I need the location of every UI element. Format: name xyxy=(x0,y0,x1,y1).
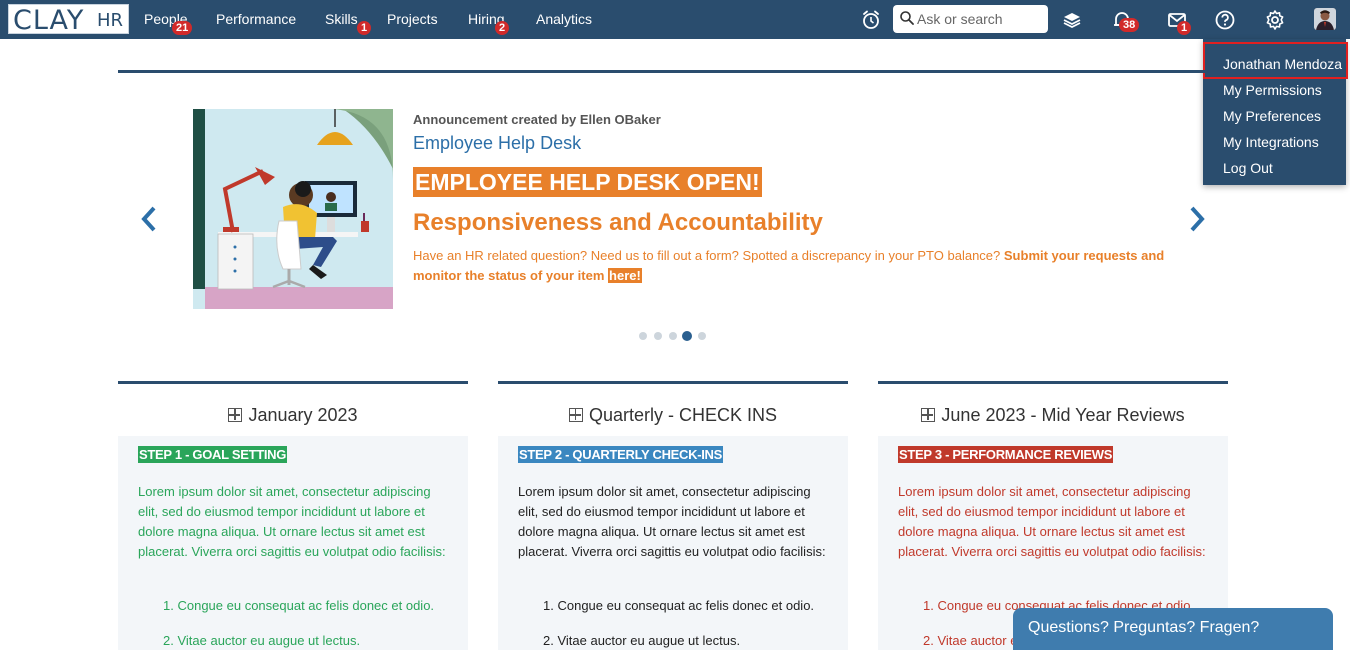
nav-skills-label: Skills xyxy=(325,11,358,27)
hiring-badge: 2 xyxy=(495,21,510,35)
card-title-text: January 2023 xyxy=(248,405,358,425)
nav-projects-label: Projects xyxy=(387,11,438,27)
announcement-body: Have an HR related question? Need us to … xyxy=(413,246,1173,286)
card-rule xyxy=(498,381,848,384)
user-avatar[interactable] xyxy=(1314,8,1336,30)
card-january: January 2023 STEP 1 - GOAL SETTING Lorem… xyxy=(118,381,468,650)
card-title: Quarterly - CHECK INS xyxy=(498,405,848,426)
nav-skills[interactable]: Skills xyxy=(325,11,358,27)
list-item: 1. Congue eu consequat ac felis donec et… xyxy=(543,598,815,613)
card-title: June 2023 - Mid Year Reviews xyxy=(878,405,1228,426)
card-paragraph: Lorem ipsum dolor sit amet, consectetur … xyxy=(898,484,1206,559)
list-item-text: Congue eu consequat ac felis donec et od… xyxy=(177,598,435,613)
announcement-body-text: Have an HR related question? Need us to … xyxy=(413,248,1001,263)
clayhr-logo[interactable]: CLAY HR xyxy=(8,4,129,36)
card-rule xyxy=(878,381,1228,384)
announcement-title-link[interactable]: Employee Help Desk xyxy=(413,133,581,154)
card-panel: STEP 1 - GOAL SETTING Lorem ipsum dolor … xyxy=(118,436,468,650)
help-question-icon[interactable] xyxy=(1214,9,1236,31)
carousel-dot-3[interactable] xyxy=(669,332,677,340)
list-item-text: Vitae auctor eu augue ut lectus. xyxy=(557,633,741,648)
card-title: January 2023 xyxy=(118,405,468,426)
menu-log-out[interactable]: Log Out xyxy=(1223,160,1273,176)
top-navbar: CLAY HR People 21 Performance Skills 1 P… xyxy=(0,0,1350,39)
nav-performance[interactable]: Performance xyxy=(216,11,296,27)
announcement-author: Announcement created by Ellen OBaker xyxy=(413,112,661,127)
menu-my-permissions[interactable]: My Permissions xyxy=(1223,82,1322,98)
chat-widget-button[interactable]: Questions? Preguntas? Fragen? xyxy=(1013,608,1333,650)
card-title-text: June 2023 - Mid Year Reviews xyxy=(941,405,1185,425)
chat-widget-label: Questions? Preguntas? Fragen? xyxy=(1028,619,1260,636)
gear-icon[interactable] xyxy=(1264,9,1286,31)
carousel-dot-4[interactable] xyxy=(682,331,692,341)
card-rule xyxy=(118,381,468,384)
card-title-text: Quarterly - CHECK INS xyxy=(588,405,778,425)
alarm-clock-icon[interactable] xyxy=(860,9,882,31)
menu-my-integrations[interactable]: My Integrations xyxy=(1223,134,1319,150)
step-3-label: STEP 3 - PERFORMANCE REVIEWS xyxy=(898,446,1114,463)
search-input[interactable] xyxy=(917,9,1043,29)
carousel-top-rule xyxy=(118,70,1228,73)
list-item: 1. Congue eu consequat ac felis donec et… xyxy=(163,598,435,613)
grid-icon xyxy=(568,408,583,422)
logo-hr-text: HR xyxy=(97,10,124,31)
carousel-prev-arrow-icon[interactable] xyxy=(140,206,158,232)
avatar-photo-icon xyxy=(1314,8,1336,30)
card-panel: STEP 2 - QUARTERLY CHECK-INS Lorem ipsum… xyxy=(498,436,848,650)
notifications-badge: 38 xyxy=(1119,18,1140,32)
list-item: 2. Vitae auctor eu augue ut lectus. xyxy=(163,633,361,648)
card-paragraph: Lorem ipsum dolor sit amet, consectetur … xyxy=(138,484,446,559)
carousel-dot-5[interactable] xyxy=(698,332,706,340)
messages-badge: 1 xyxy=(1177,21,1192,35)
user-name-highlight-box xyxy=(1203,42,1348,79)
people-badge: 21 xyxy=(172,21,193,35)
card-quarterly: Quarterly - CHECK INS STEP 2 - QUARTERLY… xyxy=(498,381,848,650)
search-icon xyxy=(900,11,914,25)
announcement-subtitle: Responsiveness and Accountability xyxy=(413,209,823,236)
grid-icon xyxy=(228,408,243,422)
help-desk-illustration-image xyxy=(193,109,393,309)
layers-icon[interactable] xyxy=(1061,9,1083,31)
step-2-label: STEP 2 - QUARTERLY CHECK-INS xyxy=(518,446,724,463)
grid-icon xyxy=(921,408,936,422)
list-item: 2. Vitae auctor eu augue ut lectus. xyxy=(543,633,741,648)
card-paragraph: Lorem ipsum dolor sit amet, consectetur … xyxy=(518,484,826,559)
nav-analytics[interactable]: Analytics xyxy=(536,11,592,27)
nav-performance-label: Performance xyxy=(216,11,297,27)
logo-text: CLAY xyxy=(13,5,85,36)
skills-badge: 1 xyxy=(357,21,372,35)
nav-analytics-label: Analytics xyxy=(536,11,593,27)
list-item-text: Congue eu consequat ac felis donec et od… xyxy=(557,598,815,613)
carousel-next-arrow-icon[interactable] xyxy=(1188,206,1206,232)
carousel-dot-1[interactable] xyxy=(639,332,647,340)
announcement-here-link[interactable]: here! xyxy=(608,268,642,283)
help-desk-illustration xyxy=(193,109,393,309)
nav-projects[interactable]: Projects xyxy=(387,11,438,27)
announcement-banner: EMPLOYEE HELP DESK OPEN! xyxy=(413,167,762,197)
search-box[interactable] xyxy=(893,5,1048,33)
carousel-dot-2[interactable] xyxy=(654,332,662,340)
list-item-text: Vitae auctor eu augue ut lectus. xyxy=(177,633,361,648)
step-1-label: STEP 1 - GOAL SETTING xyxy=(138,446,288,463)
menu-my-preferences[interactable]: My Preferences xyxy=(1223,108,1321,124)
